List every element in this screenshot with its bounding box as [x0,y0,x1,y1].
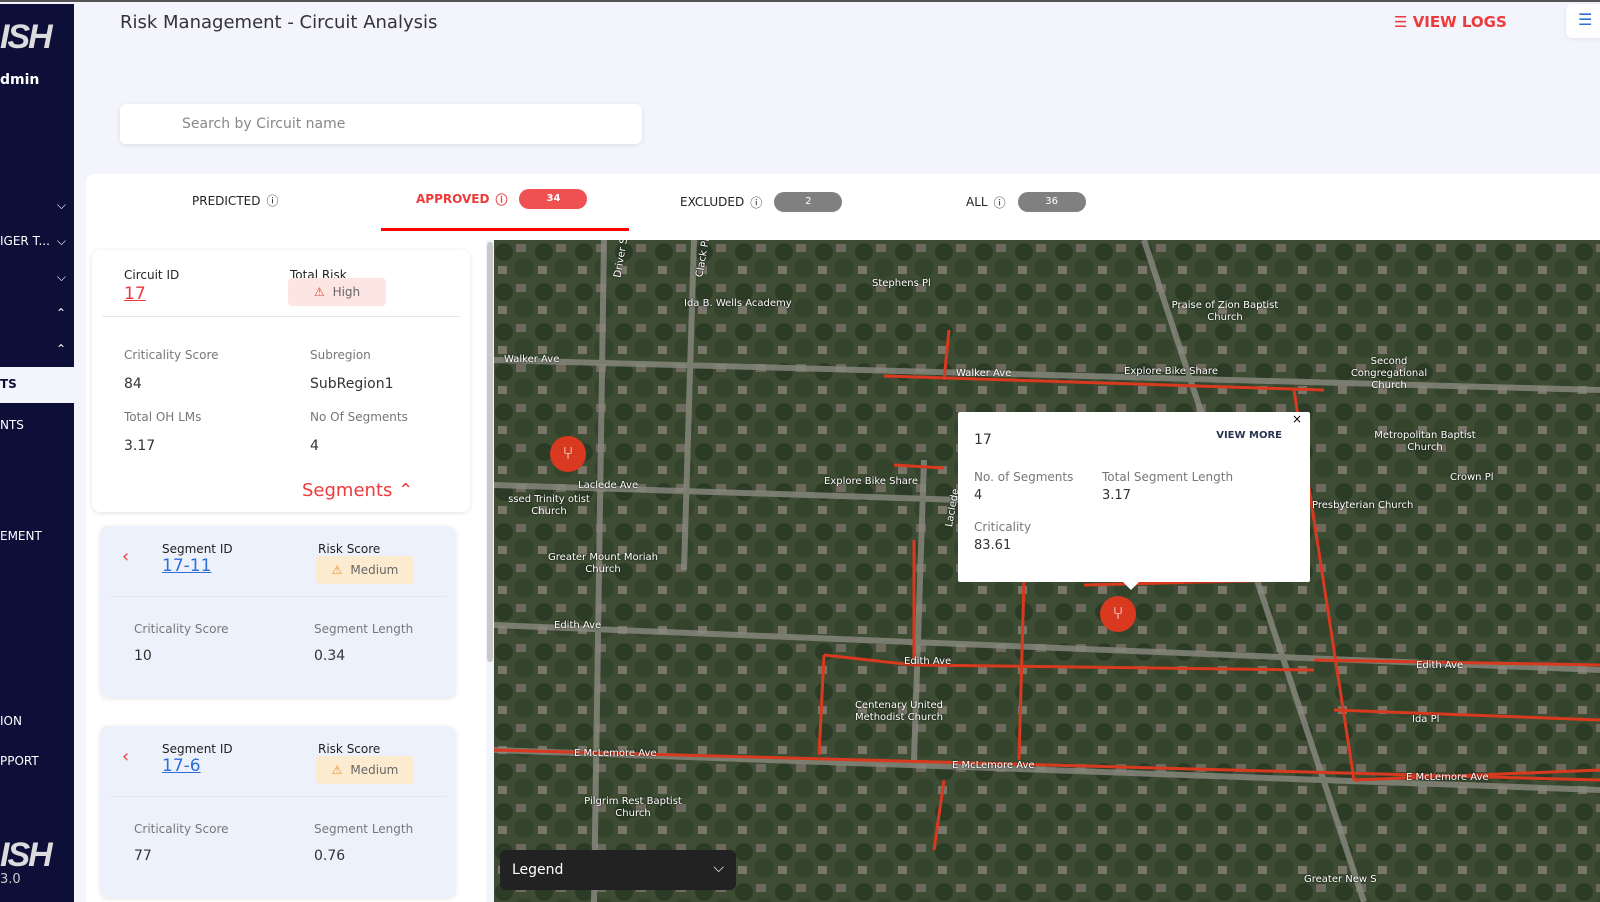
info-icon: ⓘ [750,195,763,210]
tab-bar: PREDICTED ⓘ APPROVED ⓘ 34 EXCLUDED ⓘ 2 ALL ⓘ 36 [86,174,1600,240]
map-label: E McLemore Ave [1406,772,1489,783]
chevron-up-icon[interactable]: ⌃ [56,342,66,356]
chevron-down-icon[interactable]: ⌵ [57,234,66,249]
warning-icon: ⚠ [313,285,325,299]
info-icon: ⓘ [495,192,508,207]
segment-card: ‹ Segment ID 17-6 Risk Score ⚠ Medium Cri… [100,726,456,898]
menu-button[interactable]: ☰ [1566,4,1600,38]
warning-icon: ⚠ [331,563,343,577]
circuit-id-link[interactable]: 17 [124,284,146,304]
map-label: Walker Ave [956,368,1012,379]
logo: ISH [0,836,53,874]
divider [102,316,460,317]
circuit-list-panel: Circuit ID 17 Total Risk ⚠ High Criticali… [86,240,486,902]
legend-dropdown[interactable]: Legend ⌵ [500,850,736,890]
circuit-marker-icon[interactable]: ⑂ [1100,596,1136,632]
map-label: E McLemore Ave [574,748,657,759]
map-label: Explore Bike Share [824,476,918,487]
map-label: Edith Ave [554,620,602,631]
view-more-link[interactable]: VIEW MORE [1216,430,1282,441]
tab-predicted[interactable]: PREDICTED ⓘ [192,192,278,209]
count-badge: 36 [1017,192,1086,212]
chevron-left-icon[interactable]: ‹ [122,546,129,567]
chevron-up-icon: ⌃ [398,480,414,501]
sidebar-menu-panel: ISH dmin ⌵ IGER T... ⌵ ⌵ ⌃ ⌃ [0,4,74,364]
map-label: Centenary United Methodist Church [854,700,944,723]
scrollbar[interactable] [487,242,493,662]
map-label: Second Congregational Church [1350,356,1428,391]
circuit-popup: × 17 VIEW MORE No. of Segments 4 Total S… [958,412,1310,590]
risk-badge: ⚠ High [288,278,386,306]
active-tab-underline [381,228,629,231]
map-label: E McLemore Ave [952,760,1035,771]
sidebar-user: dmin [0,72,40,88]
map-label: Praise of Zion Baptist Church [1171,300,1279,323]
page-title: Risk Management - Circuit Analysis [120,12,438,33]
sidebar-item[interactable]: PPORT [0,754,39,768]
tab-approved[interactable]: APPROVED ⓘ 34 [416,189,588,209]
search-input[interactable] [120,104,642,144]
segments-toggle[interactable]: Segments ⌃ [302,480,413,501]
chevron-up-icon[interactable]: ⌃ [56,306,66,320]
risk-badge: ⚠ Medium [316,556,414,584]
circuit-card: Circuit ID 17 Total Risk ⚠ High Criticali… [92,250,470,512]
map-label: Walker Ave [504,354,560,365]
map-label: Presbyterian Church [1312,500,1414,511]
logo: ISH [0,18,53,56]
map-label: Edith Ave [904,656,952,667]
map-label: Crown Pl [1450,472,1494,483]
map-label: ssed Trinity otist Church [508,494,590,517]
version: 3.0 [0,872,21,887]
chevron-down-icon: ⌵ [713,860,724,876]
risk-badge: ⚠ Medium [316,756,414,784]
sidebar-item-active[interactable]: TS [0,367,74,403]
chevron-left-icon[interactable]: ‹ [122,746,129,767]
map-label: Metropolitan Baptist Church [1374,430,1476,453]
warning-icon: ⚠ [331,763,343,777]
list-icon: ☰ [1578,10,1593,29]
map-label: Pilgrim Rest Baptist Church [584,796,682,819]
count-badge: 34 [519,189,588,209]
sidebar-item[interactable]: EMENT [0,529,42,543]
sidebar: ISH dmin ⌵ IGER T... ⌵ ⌵ ⌃ ⌃ TS NTS EMEN… [0,4,74,902]
chevron-down-icon[interactable]: ⌵ [57,270,66,285]
map-label: Edith Ave [1416,660,1464,671]
map-label: Greater New S [1304,874,1377,885]
map-label: Laclede Ave [578,480,639,491]
count-badge: 2 [774,192,843,212]
map-label: Explore Bike Share [1124,366,1218,377]
sidebar-item-manager[interactable]: IGER T... [0,234,50,248]
segment-card: ‹ Segment ID 17-11 Risk Score ⚠ Medium Cr… [100,526,456,698]
sidebar-item[interactable]: ION [0,714,22,728]
circuit-marker-icon[interactable]: ⑂ [550,436,586,472]
list-icon: ☰ [1394,13,1408,31]
divider [110,596,446,597]
view-logs-button[interactable]: ☰ VIEW LOGS [1394,13,1507,31]
segment-id-link[interactable]: 17-11 [162,556,211,576]
chevron-down-icon[interactable]: ⌵ [57,198,66,213]
tab-excluded[interactable]: EXCLUDED ⓘ 2 [680,192,843,212]
tab-all[interactable]: ALL ⓘ 36 [966,192,1086,212]
info-icon: ⓘ [266,194,279,208]
sidebar-item[interactable]: NTS [0,418,24,432]
map-label: Greater Mount Moriah Church [548,552,658,575]
divider [110,796,446,797]
map-label: Stephens Pl [872,278,931,289]
map-label: Ida Pl [1412,714,1440,725]
segment-id-link[interactable]: 17-6 [162,756,201,776]
map-label: Ida B. Wells Academy [684,298,792,309]
info-icon: ⓘ [993,195,1006,210]
close-icon[interactable]: × [1292,412,1302,426]
